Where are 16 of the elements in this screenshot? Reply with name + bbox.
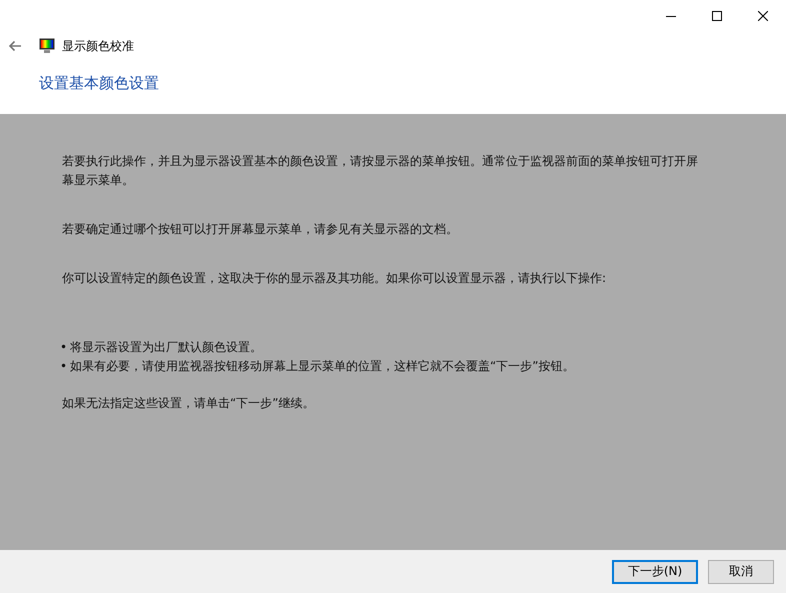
instruction-text: 若要执行此操作，并且为显示器设置基本的颜色设置，请按显示器的菜单按钮。通常位于监视器前面的菜单按钮可打开屏幕显示菜单。 — [62, 153, 699, 189]
bullet-mark: • — [60, 358, 68, 375]
cancel-button[interactable]: 取消 — [708, 560, 774, 584]
instruction-text: 如果无法指定这些设置，请单击“下一步”继续。 — [62, 395, 316, 412]
page-heading: 设置基本颜色设置 — [39, 74, 160, 94]
bullet-mark: • — [60, 339, 68, 356]
bullet-text: 如果有必要，请使用监视器按钮移动屏幕上显示菜单的位置，这样它就不会覆盖“下一步”按钮。 — [70, 358, 574, 375]
back-arrow-icon[interactable] — [8, 40, 22, 52]
next-button[interactable]: 下一步(N) — [612, 560, 698, 584]
bullet-text: 将显示器设置为出厂默认颜色设置。 — [70, 339, 262, 356]
close-icon — [758, 10, 768, 20]
instruction-text: 若要确定通过哪个按钮可以打开屏幕显示菜单，请参见有关显示器的文档。 — [62, 221, 459, 238]
monitor-icon — [39, 38, 55, 54]
maximize-icon — [712, 10, 722, 20]
instruction-text: 你可以设置特定的颜色设置，这取决于你的显示器及其功能。如果你可以设置显示器，请执行以下操作: — [62, 270, 608, 287]
window-title: 显示颜色校准 — [62, 38, 134, 54]
